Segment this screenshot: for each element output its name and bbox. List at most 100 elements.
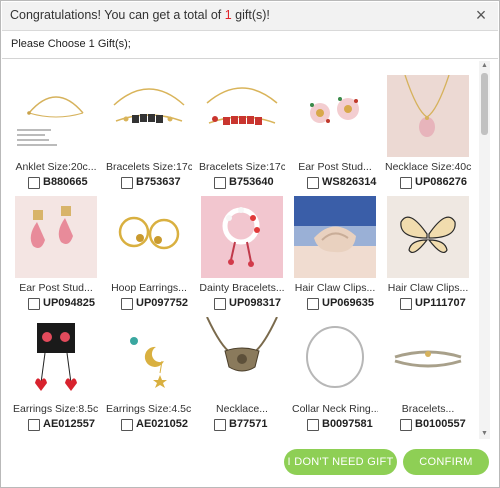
gift-item[interactable]: Necklace Size:40c... UP086276 <box>385 75 471 189</box>
gift-checkbox[interactable] <box>214 177 226 189</box>
flower-stud-earrings-icon <box>294 75 376 157</box>
dialog-title: Congratulations! You can get a total of … <box>10 8 270 22</box>
gift-select-row: B0100557 <box>385 417 473 433</box>
gift-sku: UP086276 <box>415 176 467 188</box>
gift-item[interactable]: Hair Claw Clips... UP069635 <box>292 196 378 310</box>
cord-bracelet-icon <box>387 317 469 399</box>
gift-sku: AE012557 <box>43 418 95 430</box>
gift-item[interactable]: Earrings Size:4.5c... AE021052 <box>106 317 192 431</box>
gift-name: Hair Claw Clips... <box>387 282 469 294</box>
gift-checkbox[interactable] <box>214 419 226 431</box>
gift-checkbox[interactable] <box>121 419 133 431</box>
title-suffix: gift(s)! <box>231 8 270 22</box>
gift-item[interactable]: Bracelets... B0100557 <box>385 317 471 431</box>
gift-select-row: UP094825 <box>13 296 103 312</box>
gift-checkbox[interactable] <box>121 177 133 189</box>
anklet-chain-icon <box>15 75 97 157</box>
gift-checkbox[interactable] <box>400 298 412 310</box>
gift-item[interactable]: Bracelets Size:17c... B753640 <box>199 75 285 189</box>
instruction-bar: Please Choose 1 Gift(s); <box>2 32 498 59</box>
scroll-thumb[interactable] <box>481 73 488 135</box>
grid-scrollbar[interactable]: ▲ ▼ <box>479 61 490 439</box>
gift-checkbox[interactable] <box>307 177 319 189</box>
gift-checkbox[interactable] <box>400 177 412 189</box>
tribal-necklace-icon <box>201 317 283 399</box>
gift-name: Hair Claw Clips... <box>294 282 376 294</box>
gift-select-row: UP111707 <box>385 296 473 312</box>
heart-drop-earrings-icon <box>15 317 97 399</box>
gift-grid: Anklet Size:20c... B880665 Bracelets Siz… <box>13 75 473 433</box>
pink-drop-earrings-icon <box>15 196 97 278</box>
gift-item[interactable]: Bracelets Size:17c... B753637 <box>106 75 192 189</box>
gift-select-row: AE021052 <box>106 417 196 433</box>
gift-name: Earrings Size:4.5c... <box>106 403 192 415</box>
dialog-titlebar: Congratulations! You can get a total of … <box>2 2 498 31</box>
gift-name: Earrings Size:8.5c... <box>13 403 99 415</box>
gift-item[interactable]: Earrings Size:8.5c... AE012557 <box>13 317 99 431</box>
gift-select-row: B753640 <box>199 175 289 191</box>
gift-checkbox[interactable] <box>121 298 133 310</box>
gift-name: Dainty Bracelets... <box>199 282 285 294</box>
scroll-down-icon[interactable]: ▼ <box>479 429 490 439</box>
gift-item[interactable]: Ear Post Stud... UP094825 <box>13 196 99 310</box>
gift-item[interactable]: Collar Neck Ring... B0097581 <box>292 317 378 431</box>
gift-item[interactable]: Hoop Earrings... UP097752 <box>106 196 192 310</box>
gift-sku: UP069635 <box>322 297 374 309</box>
gift-item[interactable]: Hair Claw Clips... UP111707 <box>385 196 471 310</box>
gift-checkbox[interactable] <box>307 419 319 431</box>
gift-name: Collar Neck Ring... <box>292 403 378 415</box>
gift-select-row: B753637 <box>106 175 196 191</box>
gift-select-row: B0097581 <box>292 417 382 433</box>
butterfly-claw-clip-icon <box>387 196 469 278</box>
gift-name: Bracelets Size:17c... <box>106 161 192 173</box>
gift-checkbox[interactable] <box>214 298 226 310</box>
scroll-up-icon[interactable]: ▲ <box>479 61 490 71</box>
gift-name: Anklet Size:20c... <box>15 161 97 173</box>
gift-name: Necklace... <box>216 403 268 415</box>
gift-checkbox[interactable] <box>28 298 40 310</box>
rose-hoop-earrings-icon <box>108 196 190 278</box>
gift-checkbox[interactable] <box>307 298 319 310</box>
gift-checkbox[interactable] <box>28 177 40 189</box>
gift-sku: UP097752 <box>136 297 188 309</box>
gift-name: Ear Post Stud... <box>298 161 372 173</box>
bead-bracelet-icon <box>201 196 283 278</box>
gift-select-row: AE012557 <box>13 417 103 433</box>
gift-name: Necklace Size:40c... <box>385 161 471 173</box>
pendant-necklace-icon <box>387 75 469 157</box>
gift-name: Bracelets Size:17c... <box>199 161 285 173</box>
gift-checkbox[interactable] <box>400 419 412 431</box>
confirm-button[interactable]: CONFIRM <box>403 449 489 475</box>
gift-sku: B0100557 <box>415 418 466 430</box>
gift-sku: UP111707 <box>415 297 466 309</box>
no-gift-button[interactable]: I DON'T NEED GIFT <box>284 449 397 475</box>
gift-item[interactable]: Ear Post Stud... WS826314 <box>292 75 378 189</box>
gift-name: Bracelets... <box>401 403 455 415</box>
gift-checkbox[interactable] <box>28 419 40 431</box>
gift-sku: B880665 <box>43 176 88 188</box>
gift-dialog: Congratulations! You can get a total of … <box>0 0 500 488</box>
close-icon[interactable]: × <box>472 6 490 24</box>
gift-select-row: UP098317 <box>199 296 289 312</box>
gift-sku: UP094825 <box>43 297 95 309</box>
gift-item[interactable]: Necklace... B77571 <box>199 317 285 431</box>
gift-name: Ear Post Stud... <box>19 282 93 294</box>
collar-neck-ring-icon <box>294 317 376 399</box>
gift-item[interactable]: Anklet Size:20c... B880665 <box>13 75 99 189</box>
choose-instruction: Please Choose 1 Gift(s); <box>11 38 131 50</box>
gift-sku: UP098317 <box>229 297 281 309</box>
baby-bracelet-black-icon <box>108 75 190 157</box>
baby-bracelet-red-icon <box>201 75 283 157</box>
gift-item[interactable]: Dainty Bracelets... UP098317 <box>199 196 285 310</box>
title-prefix: Congratulations! You can get a total of <box>10 8 225 22</box>
gift-sku: AE021052 <box>136 418 188 430</box>
gift-sku: B77571 <box>229 418 268 430</box>
gift-sku: WS826314 <box>322 176 377 188</box>
moon-star-earrings-icon <box>108 317 190 399</box>
gift-count: 1 <box>224 8 232 22</box>
hair-claw-clip-icon <box>294 196 376 278</box>
gift-select-row: B880665 <box>13 175 103 191</box>
gift-sku: B753640 <box>229 176 274 188</box>
gift-select-row: WS826314 <box>292 175 382 191</box>
gift-sku: B0097581 <box>322 418 373 430</box>
